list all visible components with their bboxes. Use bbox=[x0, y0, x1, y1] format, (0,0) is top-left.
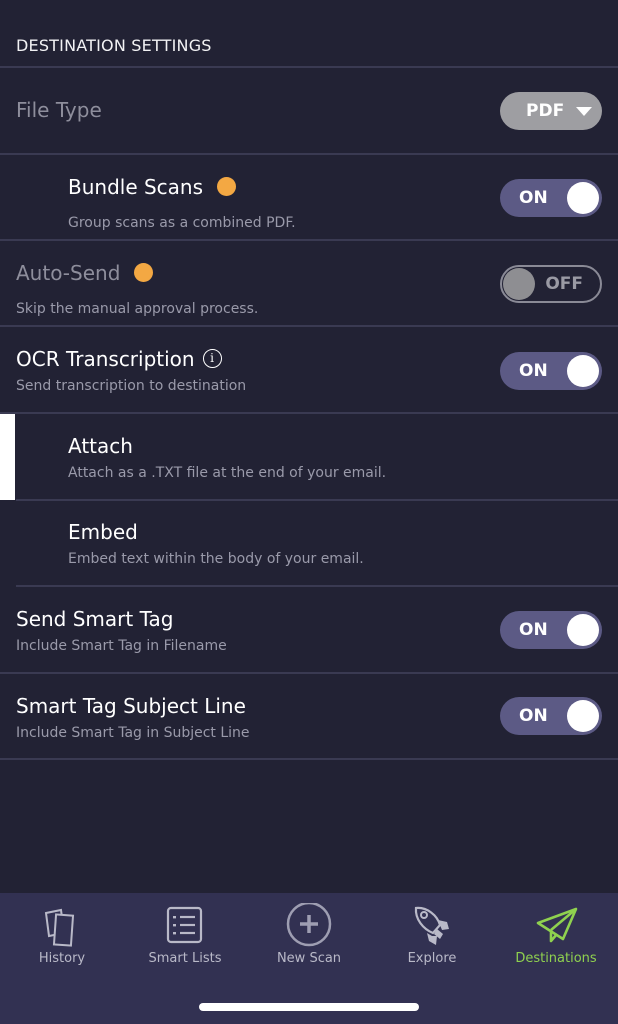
bundle-scans-title-text: Bundle Scans bbox=[68, 175, 204, 199]
divider bbox=[0, 758, 618, 760]
tab-history-label: History bbox=[38, 951, 86, 966]
toggle-state-label: OFF bbox=[545, 274, 583, 294]
caret-down-icon bbox=[576, 107, 592, 116]
smart-tag-subject-row: Smart Tag Subject Line Include Smart Tag… bbox=[0, 674, 618, 760]
ocr-row: OCR Transcription i Send transcription to… bbox=[0, 327, 618, 413]
section-header: DESTINATION SETTINGS bbox=[16, 36, 212, 55]
tab-history[interactable]: History bbox=[0, 893, 124, 983]
attach-title: Attach bbox=[68, 434, 133, 458]
smart-tag-subject-title: Smart Tag Subject Line bbox=[16, 694, 246, 718]
toggle-knob bbox=[567, 700, 599, 732]
new-badge-dot-icon bbox=[217, 177, 237, 196]
tab-smart-lists-label: Smart Lists bbox=[148, 951, 222, 966]
ocr-title: OCR Transcription i bbox=[16, 347, 222, 371]
info-icon[interactable]: i bbox=[202, 349, 222, 368]
auto-send-toggle[interactable]: OFF bbox=[500, 265, 602, 303]
tab-new-scan-label: New Scan bbox=[276, 951, 342, 966]
ocr-toggle[interactable]: ON bbox=[500, 352, 602, 390]
send-smart-tag-title: Send Smart Tag bbox=[16, 607, 174, 631]
auto-send-subtitle: Skip the manual approval process. bbox=[16, 301, 259, 317]
embed-title: Embed bbox=[68, 520, 138, 544]
toggle-state-label: ON bbox=[519, 188, 548, 208]
tab-smart-lists[interactable]: Smart Lists bbox=[123, 893, 247, 983]
auto-send-row: Auto-Send Skip the manual approval proce… bbox=[0, 241, 618, 327]
auto-send-title-text: Auto-Send bbox=[16, 261, 121, 285]
toggle-knob bbox=[567, 182, 599, 214]
toggle-knob bbox=[503, 268, 535, 300]
history-icon bbox=[44, 908, 75, 947]
rocket-icon bbox=[414, 906, 449, 945]
embed-subtitle: Embed text within the body of your email… bbox=[68, 551, 364, 567]
tab-explore[interactable]: Explore bbox=[370, 893, 494, 983]
paper-plane-icon bbox=[536, 907, 578, 943]
toggle-state-label: ON bbox=[519, 620, 548, 640]
bundle-scans-subtitle: Group scans as a combined PDF. bbox=[68, 215, 296, 231]
home-indicator bbox=[199, 1003, 419, 1011]
bundle-scans-title: Bundle Scans bbox=[68, 175, 237, 199]
toggle-knob bbox=[567, 614, 599, 646]
tab-destinations-label: Destinations bbox=[515, 951, 597, 966]
smart-tag-subject-subtitle: Include Smart Tag in Subject Line bbox=[16, 725, 250, 741]
toggle-knob bbox=[567, 355, 599, 387]
embed-option[interactable]: Embed Embed text within the body of your… bbox=[0, 501, 618, 587]
ocr-title-text: OCR Transcription bbox=[16, 347, 195, 371]
list-icon bbox=[166, 906, 203, 944]
new-badge-dot-icon bbox=[134, 263, 154, 282]
tab-destinations[interactable]: Destinations bbox=[494, 893, 618, 983]
send-smart-tag-subtitle: Include Smart Tag in Filename bbox=[16, 638, 227, 654]
toggle-state-label: ON bbox=[519, 361, 548, 381]
attach-subtitle: Attach as a .TXT file at the end of your… bbox=[68, 465, 387, 481]
toggle-state-label: ON bbox=[519, 706, 548, 726]
file-type-label: File Type bbox=[16, 98, 102, 122]
file-type-value: PDF bbox=[526, 101, 565, 121]
bundle-scans-toggle[interactable]: ON bbox=[500, 179, 602, 217]
ocr-subtitle: Send transcription to destination bbox=[16, 378, 247, 394]
tab-new-scan[interactable]: New Scan bbox=[247, 893, 371, 983]
auto-send-title: Auto-Send bbox=[16, 261, 154, 285]
send-smart-tag-row: Send Smart Tag Include Smart Tag in File… bbox=[0, 587, 618, 673]
bundle-scans-row: Bundle Scans Group scans as a combined P… bbox=[0, 155, 618, 241]
attach-option[interactable]: Attach Attach as a .TXT file at the end … bbox=[0, 414, 618, 500]
plus-circle-icon bbox=[286, 903, 332, 947]
smart-tag-subject-toggle[interactable]: ON bbox=[500, 697, 602, 735]
file-type-dropdown[interactable]: PDF bbox=[500, 92, 602, 130]
tab-explore-label: Explore bbox=[407, 951, 457, 966]
send-smart-tag-toggle[interactable]: ON bbox=[500, 611, 602, 649]
